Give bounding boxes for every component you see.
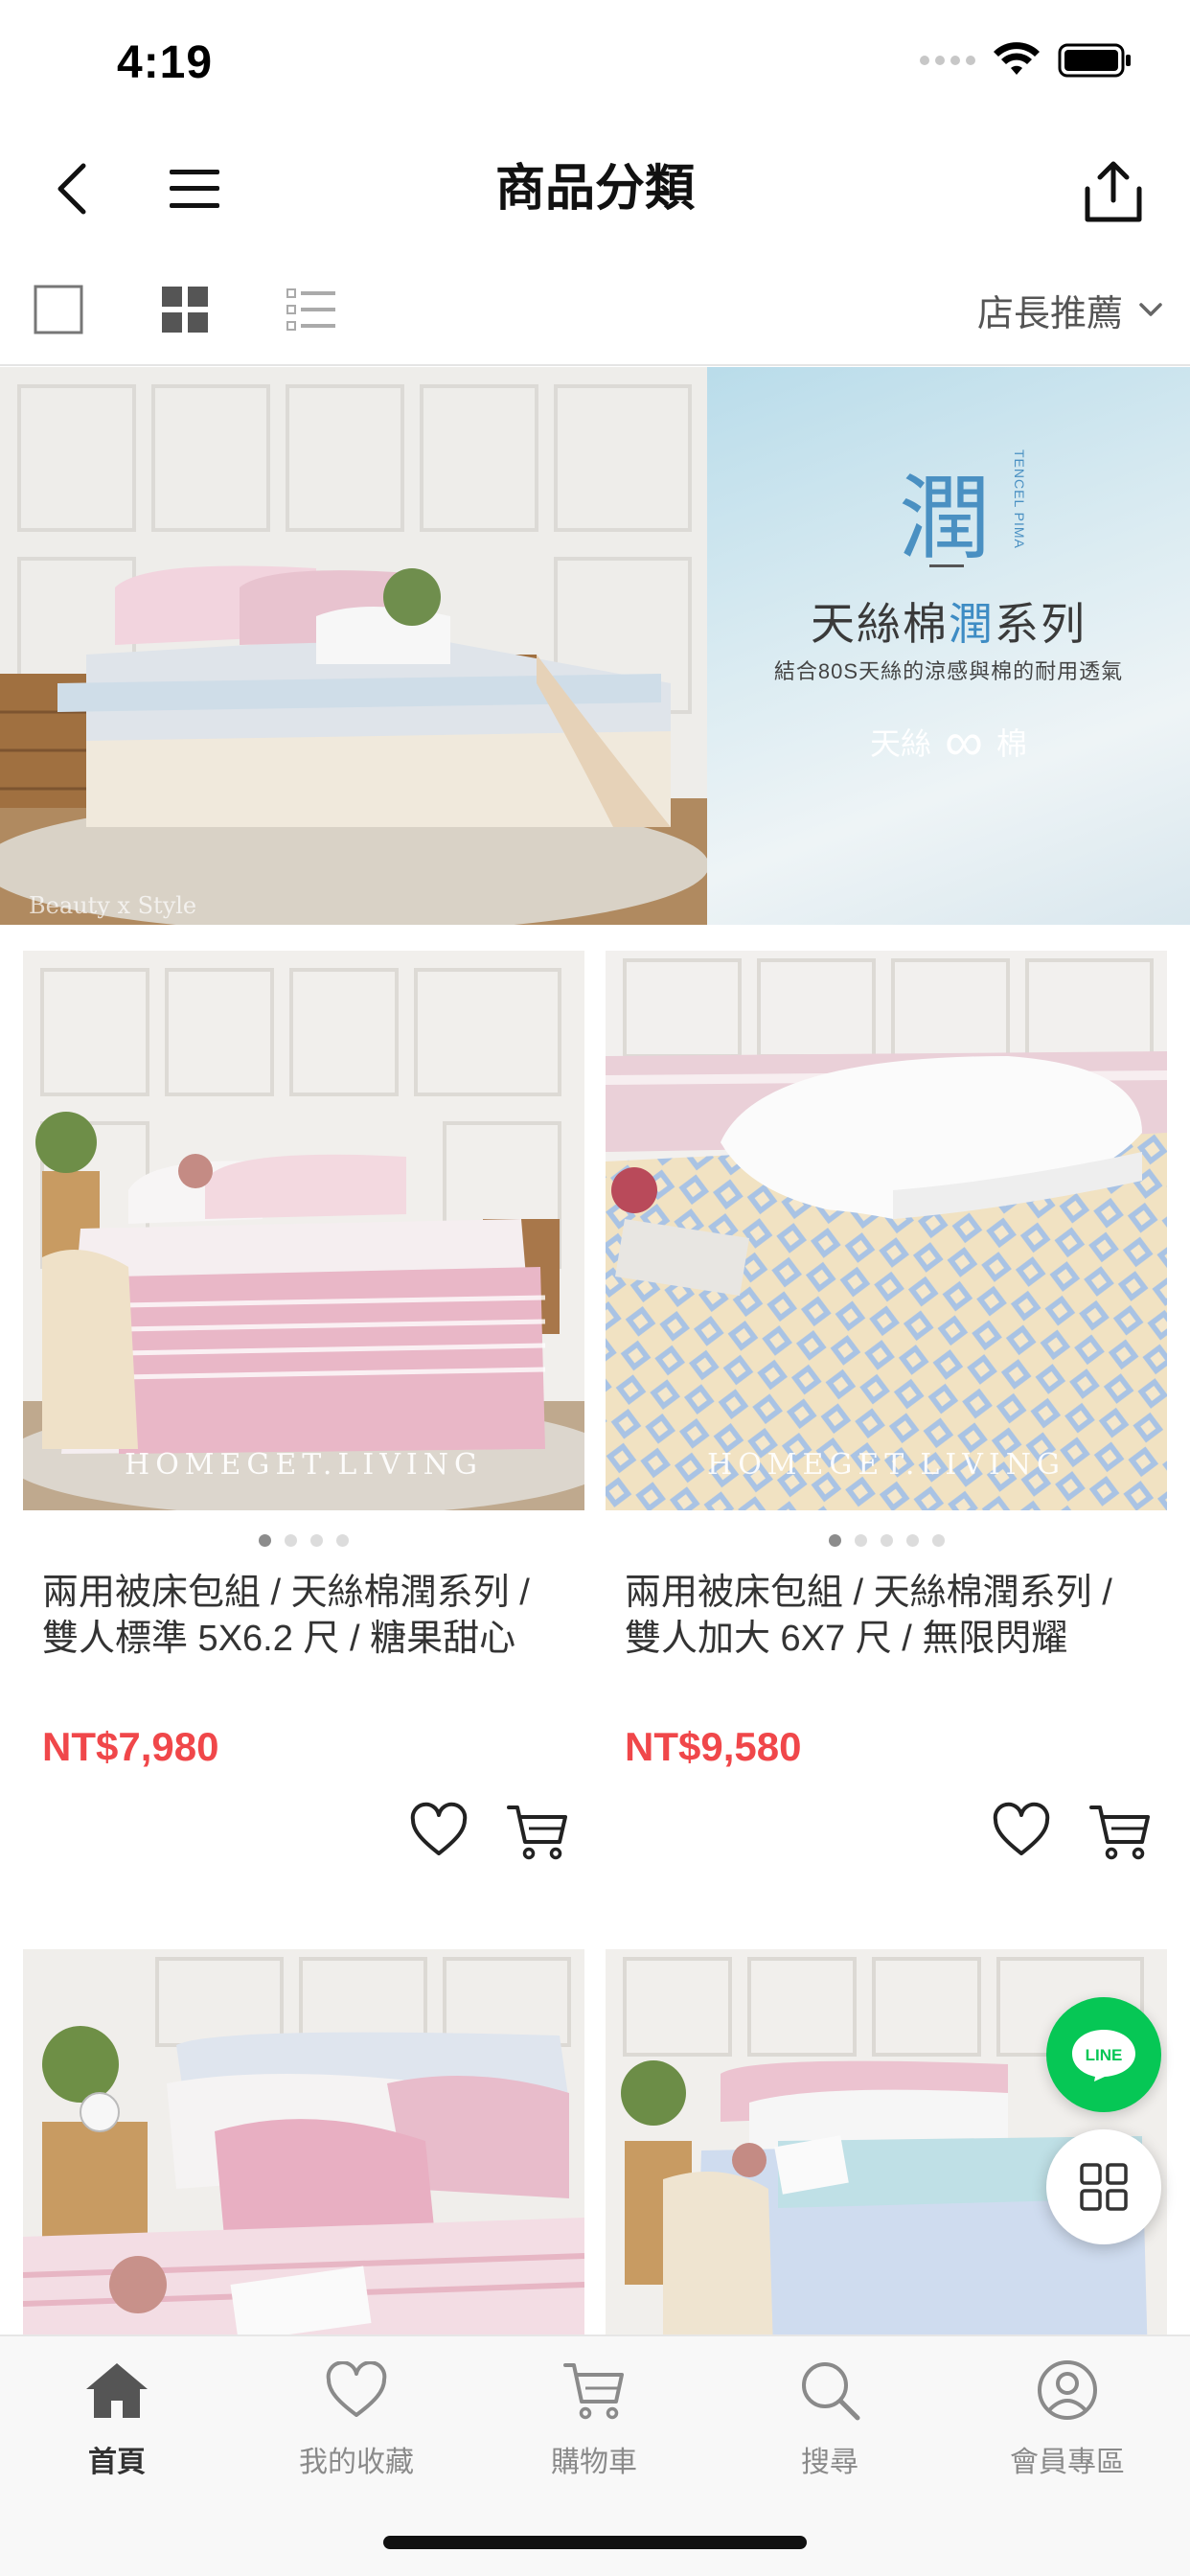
user-icon	[1033, 2356, 1102, 2425]
line-label: LINE	[1086, 2046, 1123, 2064]
banner-subheading: 結合80S天絲的涼感與棉的耐用透氣	[773, 659, 1124, 683]
search-icon	[795, 2356, 864, 2425]
pagination-dot[interactable]	[854, 1533, 867, 1547]
cart-icon[interactable]	[506, 1800, 569, 1861]
line-chat-button[interactable]: LINE	[1046, 1997, 1161, 2112]
tab-label: 搜尋	[801, 2447, 858, 2478]
tab-label: 購物車	[551, 2447, 637, 2478]
product-price: NT$7,980	[42, 1724, 219, 1769]
cart-icon[interactable]	[1088, 1800, 1152, 1861]
banner-heading-prefix: 天絲棉	[811, 598, 949, 650]
home-indicator	[383, 2536, 807, 2549]
grid-menu-icon	[1080, 2163, 1128, 2211]
sort-label: 店長推薦	[976, 293, 1123, 334]
pagination-dot[interactable]	[828, 1533, 841, 1547]
product-watermark: HOMEGET.LIVING	[125, 1448, 483, 1482]
chevron-down-icon	[1139, 303, 1162, 316]
tab-label: 會員專區	[1010, 2447, 1125, 2478]
banner-logo-subtext: TENCEL PIMA	[1012, 449, 1027, 549]
pagination-dot[interactable]	[259, 1533, 271, 1547]
pagination-dot[interactable]	[336, 1533, 349, 1547]
banner-heading-suffix: 系列	[995, 598, 1087, 650]
product-card[interactable]: HOMEGET.LIVING 兩用被床包組 / 天絲棉潤系列 / 雙人標準 5X…	[23, 951, 584, 1886]
tab-favorites[interactable]: 我的收藏	[261, 2356, 452, 2499]
tab-search[interactable]: 搜尋	[734, 2356, 926, 2499]
banner-photo-watermark: Beauty x Style	[29, 892, 196, 919]
single-view-icon[interactable]	[33, 284, 84, 335]
tab-label: 首頁	[88, 2447, 146, 2478]
heart-icon	[322, 2356, 391, 2425]
product-photo-blue-bedding	[606, 951, 1167, 1510]
sort-dropdown[interactable]: 店長推薦	[977, 284, 1163, 335]
banner-brand-right: 棉	[995, 726, 1027, 761]
product-image[interactable]: HOMEGET.LIVING	[606, 951, 1167, 1510]
infinity-icon: ∞	[945, 711, 983, 771]
home-icon	[82, 2356, 151, 2425]
banner-brand-left: 天絲	[870, 726, 932, 761]
heart-icon[interactable]	[408, 1800, 469, 1861]
product-actions	[606, 1781, 1167, 1886]
product-watermark: HOMEGET.LIVING	[707, 1448, 1065, 1482]
pagination-dot[interactable]	[880, 1533, 893, 1547]
image-pagination	[606, 1510, 1167, 1570]
status-bar: 4:19	[0, 0, 1190, 126]
product-card[interactable]: HOMEGET.LIVING 兩用被床包組 / 天絲棉潤系列 / 雙人加大 6X…	[606, 951, 1167, 1886]
banner-logo-glyph: 潤	[899, 465, 991, 572]
product-image[interactable]: HOMEGET.LIVING	[23, 951, 584, 1510]
tab-label: 我的收藏	[299, 2447, 414, 2478]
battery-icon	[1058, 43, 1131, 78]
image-pagination	[23, 1510, 584, 1570]
status-time: 4:19	[117, 37, 214, 88]
product-name[interactable]: 兩用被床包組 / 天絲棉潤系列 / 雙人加大 6X7 尺 / 無限閃耀	[606, 1570, 1167, 1714]
promo-banner[interactable]: Beauty x Style 潤 TENCEL PIMA 天絲棉潤系列 結合80…	[0, 367, 1190, 925]
heart-icon[interactable]	[991, 1800, 1052, 1861]
pagination-dot[interactable]	[931, 1533, 945, 1547]
quick-menu-button[interactable]	[1046, 2129, 1161, 2244]
product-photo-pink-bedding	[23, 951, 584, 1510]
cart-icon	[560, 2356, 629, 2425]
product-name[interactable]: 兩用被床包組 / 天絲棉潤系列 / 雙人標準 5X6.2 尺 / 糖果甜心	[23, 1570, 584, 1714]
share-icon	[1085, 161, 1142, 222]
grid-view-icon[interactable]	[159, 284, 211, 335]
banner-brand: 天絲 ∞ 棉	[707, 711, 1190, 771]
banner-bedroom-photo: Beauty x Style	[0, 367, 707, 925]
tab-member[interactable]: 會員專區	[972, 2356, 1163, 2499]
tab-cart[interactable]: 購物車	[498, 2356, 690, 2499]
signal-icon	[920, 56, 975, 65]
pagination-dot[interactable]	[285, 1533, 297, 1547]
banner-heading: 天絲棉潤系列	[707, 589, 1190, 653]
page-title: 商品分類	[494, 161, 695, 217]
share-button[interactable]	[1077, 155, 1150, 228]
banner-divider	[929, 564, 964, 567]
pagination-dot[interactable]	[310, 1533, 323, 1547]
view-toolbar: 店長推薦	[0, 251, 1190, 366]
product-price: NT$9,580	[625, 1724, 802, 1769]
line-chat-icon: LINE	[1072, 2030, 1135, 2082]
list-view-icon[interactable]	[286, 284, 337, 335]
tab-home[interactable]: 首頁	[21, 2356, 213, 2499]
product-actions	[23, 1781, 584, 1886]
pagination-dot[interactable]	[905, 1533, 919, 1547]
status-indicators	[920, 42, 1133, 79]
nav-bar: 商品分類	[0, 126, 1190, 251]
wifi-icon	[994, 42, 1040, 75]
banner-heading-highlight: 潤	[949, 598, 995, 650]
banner-text-panel: 潤 TENCEL PIMA 天絲棉潤系列 結合80S天絲的涼感與棉的耐用透氣 天…	[707, 367, 1190, 925]
